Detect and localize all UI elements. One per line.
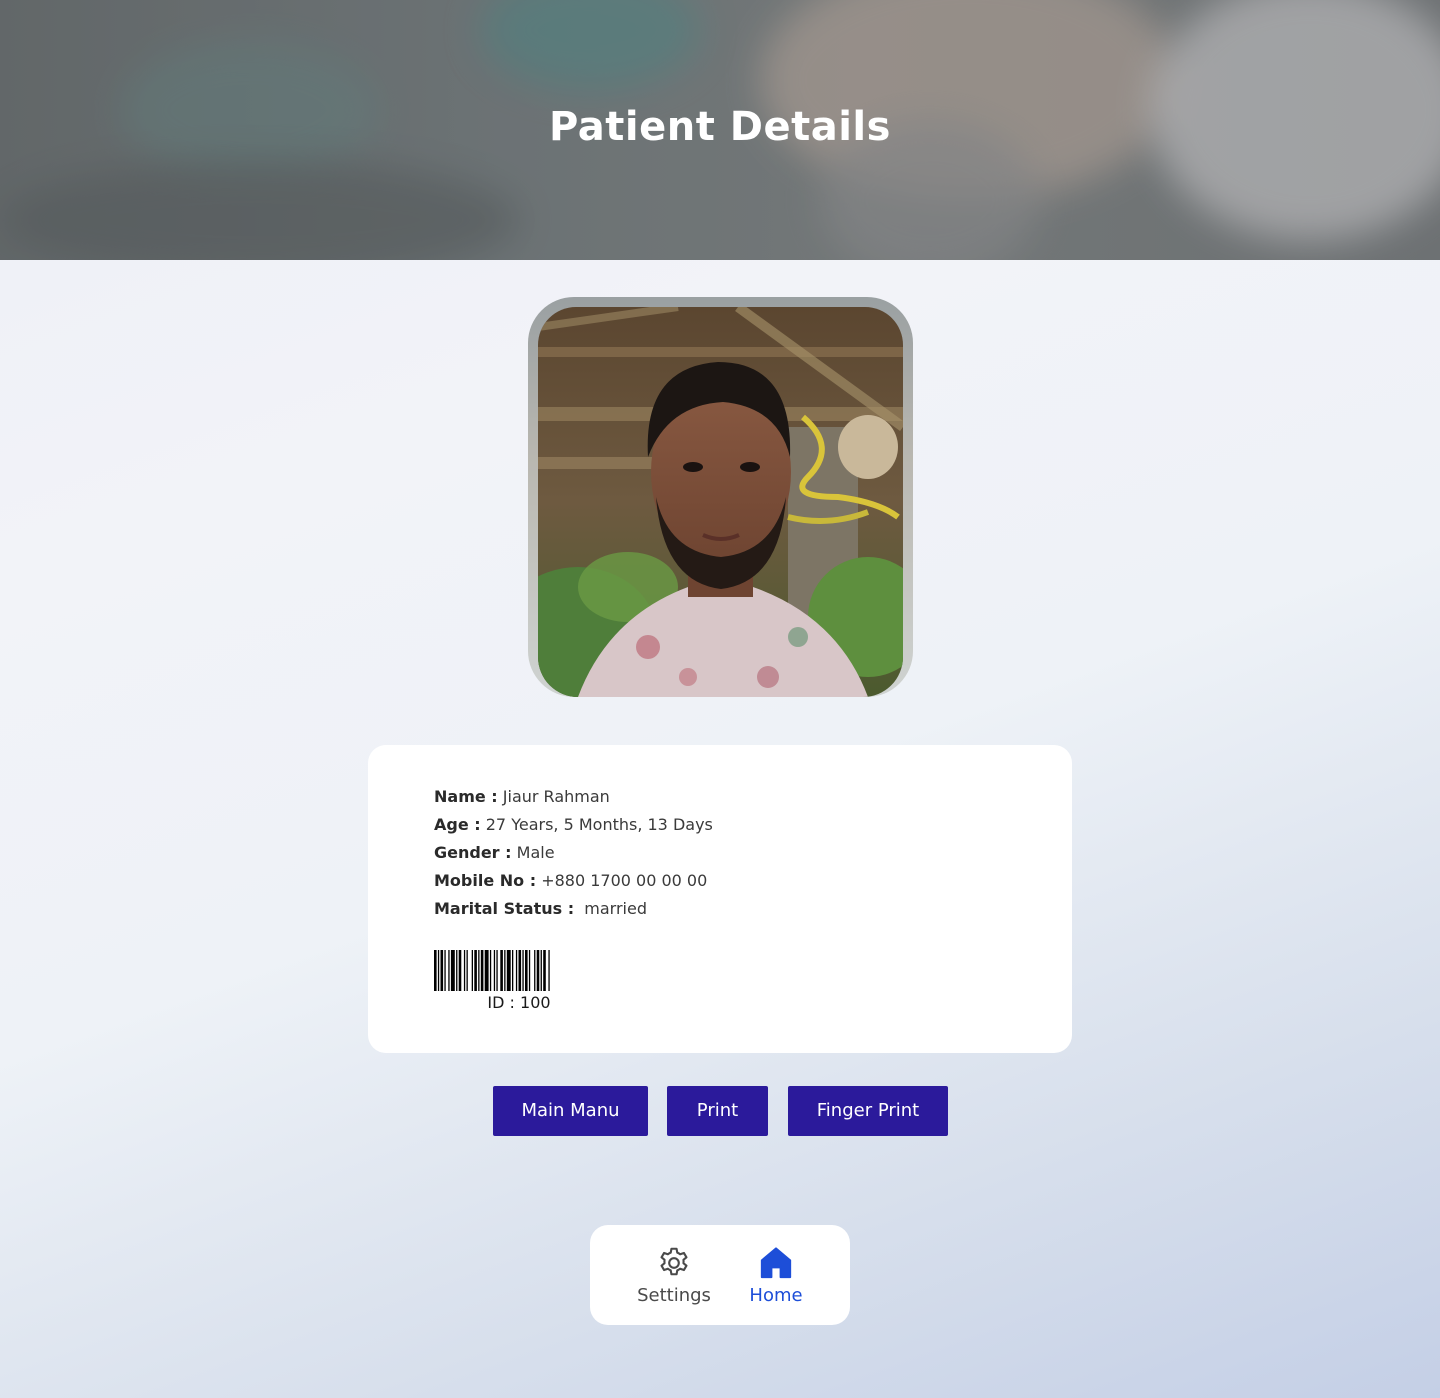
- barcode-bar: [540, 950, 542, 991]
- barcode-bar: [434, 950, 437, 991]
- barcode-bar: [522, 950, 524, 991]
- page-title: Patient Details: [549, 104, 891, 150]
- info-row-mobile: Mobile No : +880 1700 00 00 00: [434, 870, 713, 898]
- main-menu-button[interactable]: Main Manu: [493, 1086, 648, 1136]
- barcode-bar: [474, 950, 477, 991]
- age-label: Age :: [434, 815, 481, 834]
- barcode-bar: [440, 950, 444, 991]
- info-row-marital-status: Marital Status : married: [434, 898, 713, 926]
- home-icon: [760, 1247, 792, 1279]
- mobile-value: +880 1700 00 00 00: [541, 871, 708, 890]
- barcode-bar: [466, 950, 468, 991]
- hero-banner: Patient Details: [0, 0, 1440, 260]
- barcode-bar: [480, 950, 484, 991]
- patient-photo-frame: [528, 297, 913, 697]
- barcode: [434, 950, 550, 991]
- barcode-bar: [536, 950, 540, 991]
- barcode-bar: [484, 950, 489, 991]
- barcode-bar: [471, 950, 473, 991]
- barcode-bar: [444, 950, 446, 991]
- patient-photo-illustration: [538, 307, 903, 697]
- gender-value: Male: [516, 843, 555, 862]
- patient-info-card: Name : Jiaur Rahman Age : 27 Years, 5 Mo…: [368, 745, 1072, 1053]
- info-row-gender: Gender : Male: [434, 842, 713, 870]
- barcode-bar: [437, 950, 440, 991]
- barcode-bar: [504, 950, 506, 991]
- barcode-bar: [478, 950, 480, 991]
- nav-label-settings: Settings: [637, 1285, 711, 1306]
- barcode-bar: [500, 950, 503, 991]
- marital-status-value: married: [579, 899, 647, 918]
- barcode-bar: [456, 950, 458, 991]
- marital-status-label: Marital Status :: [434, 899, 575, 918]
- barcode-bar: [463, 950, 466, 991]
- barcode-bar: [493, 950, 496, 991]
- nav-item-home[interactable]: Home: [726, 1245, 826, 1306]
- finger-print-button[interactable]: Finger Print: [788, 1086, 948, 1136]
- name-value: Jiaur Rahman: [502, 787, 610, 806]
- age-value: 27 Years, 5 Months, 13 Days: [485, 815, 713, 834]
- barcode-bar: [512, 950, 514, 991]
- info-row-name: Name : Jiaur Rahman: [434, 786, 713, 814]
- barcode-bar: [506, 950, 511, 991]
- barcode-bar: [496, 950, 498, 991]
- barcode-id-label: ID : 100: [487, 993, 551, 1012]
- barcode-bar: [458, 950, 462, 991]
- barcode-bar: [534, 950, 536, 991]
- patient-photo: [538, 307, 903, 697]
- gear-icon: [660, 1247, 688, 1276]
- barcode-bar: [543, 950, 546, 991]
- nav-item-settings[interactable]: Settings: [624, 1245, 724, 1306]
- mobile-label: Mobile No :: [434, 871, 537, 890]
- name-label: Name :: [434, 787, 498, 806]
- barcode-bar: [548, 950, 550, 991]
- nav-label-home: Home: [749, 1285, 803, 1306]
- barcode-bar: [489, 950, 492, 991]
- barcode-bar: [518, 950, 522, 991]
- barcode-bar: [450, 950, 455, 991]
- patient-info-list: Name : Jiaur Rahman Age : 27 Years, 5 Mo…: [434, 786, 713, 926]
- print-button[interactable]: Print: [667, 1086, 768, 1136]
- barcode-bar: [448, 950, 450, 991]
- barcode-bar: [515, 950, 518, 991]
- barcode-bar: [528, 950, 531, 991]
- barcode-bar: [525, 950, 528, 991]
- gender-label: Gender :: [434, 843, 512, 862]
- info-row-age: Age : 27 Years, 5 Months, 13 Days: [434, 814, 713, 842]
- bottom-nav: Settings Home: [590, 1225, 850, 1325]
